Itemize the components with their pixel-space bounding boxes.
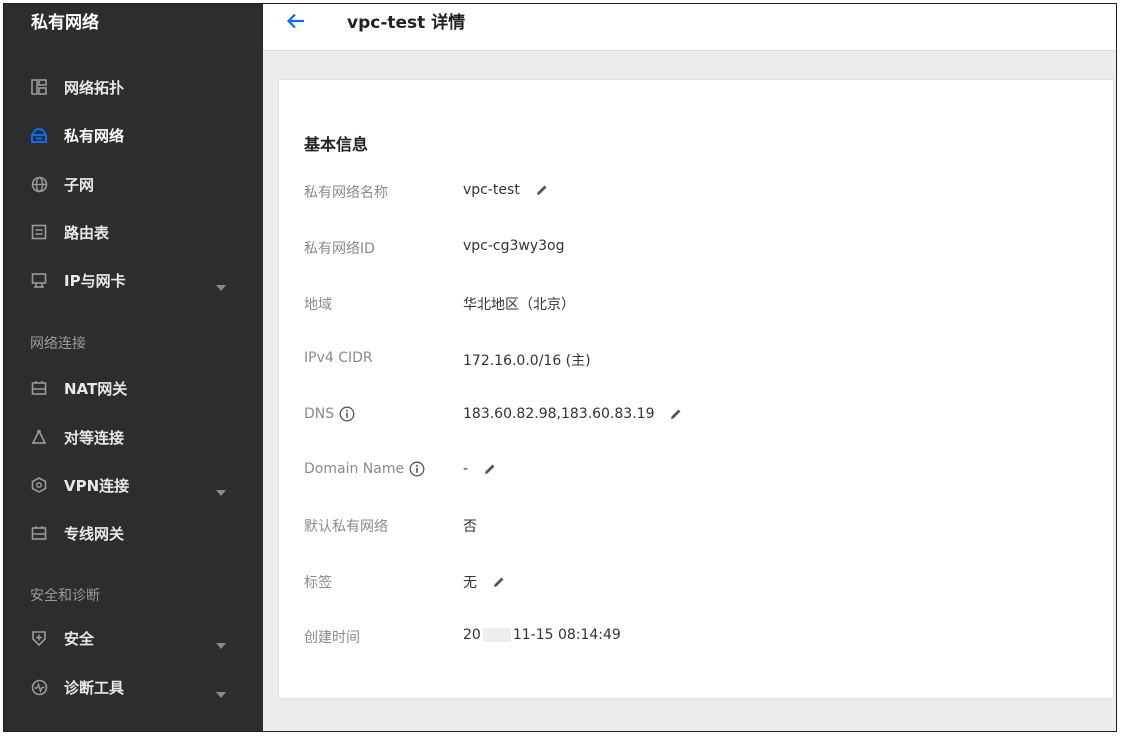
sidebar-item-nat-gateway[interactable]: NAT网关 [4, 371, 263, 405]
vpc-name-value: vpc-test [463, 182, 550, 198]
tags-text: 无 [463, 575, 477, 591]
network-card-icon [30, 271, 48, 289]
sidebar-item-ip-nic[interactable]: IP与网卡 [4, 263, 263, 297]
sidebar-item-label: 安全 [64, 630, 95, 648]
dns-label: DNS [304, 406, 355, 422]
region-label: 地域 [304, 297, 332, 313]
created-time-suffix: 11-15 08:14:49 [512, 627, 621, 643]
vpc-name-text: vpc-test [463, 182, 520, 198]
sidebar-item-diagnostic-tools[interactable]: 诊断工具 [4, 670, 263, 704]
region-value: 华北地区（北京） [463, 297, 575, 313]
pencil-icon[interactable] [668, 406, 684, 422]
sidebar-item-label: 子网 [64, 176, 95, 194]
sidebar-group-network: 网络连接 [30, 336, 86, 352]
sidebar-item-label: NAT网关 [64, 380, 128, 398]
ipv4-cidr-value: 172.16.0.0/16 (主) [463, 353, 591, 369]
created-time-prefix: 20 [463, 627, 481, 643]
topology-icon [30, 78, 48, 96]
back-arrow-icon[interactable] [285, 10, 309, 34]
peering-icon [30, 428, 48, 446]
sidebar-item-label: VPN连接 [64, 477, 130, 495]
sidebar-item-direct-connect-gateway[interactable]: 专线网关 [4, 516, 263, 550]
domain-name-text: - [463, 461, 469, 477]
default-vpc-label: 默认私有网络 [304, 519, 388, 535]
sidebar-item-label: 私有网络 [64, 127, 125, 145]
sidebar-item-label: 网络拓扑 [64, 79, 125, 97]
sidebar-item-vpn[interactable]: VPN连接 [4, 468, 263, 502]
shield-icon [30, 629, 48, 647]
chevron-down-icon [216, 684, 226, 702]
vpn-icon [30, 476, 48, 494]
section-title: 基本信息 [304, 135, 369, 154]
vpc-id-label: 私有网络ID [304, 241, 375, 257]
route-table-icon [30, 223, 48, 241]
dns-value: 183.60.82.98,183.60.83.19 [463, 406, 684, 422]
domain-name-value: - [463, 461, 498, 477]
sidebar-item-subnet[interactable]: 子网 [4, 167, 263, 201]
sidebar-item-vpc[interactable]: 私有网络 [4, 118, 263, 152]
gateway-icon [30, 524, 48, 542]
info-icon[interactable] [339, 406, 355, 422]
dns-label-text: DNS [304, 406, 335, 422]
cloud-network-icon [30, 126, 48, 144]
created-time-value: 20 11-15 08:14:49 [463, 627, 621, 643]
sidebar-item-label: 专线网关 [64, 525, 125, 543]
created-time-label: 创建时间 [304, 630, 360, 646]
default-vpc-value: 否 [463, 519, 477, 535]
chevron-down-icon [216, 482, 226, 500]
sidebar-item-label: 对等连接 [64, 429, 125, 447]
dns-text: 183.60.82.98,183.60.83.19 [463, 406, 655, 422]
domain-name-label: Domain Name [304, 461, 425, 477]
diagnosis-icon [30, 678, 48, 696]
globe-icon [30, 175, 48, 193]
tags-label: 标签 [304, 575, 332, 591]
chevron-down-icon [216, 635, 226, 653]
sidebar: 私有网络 网络拓扑 私有网络 子网 路由表 IP与网卡 网络连接 NAT网关 对… [4, 4, 263, 731]
gateway-icon [30, 379, 48, 397]
sidebar-item-topology[interactable]: 网络拓扑 [4, 70, 263, 104]
sidebar-item-route-table[interactable]: 路由表 [4, 215, 263, 249]
sidebar-item-label: 路由表 [64, 224, 110, 242]
pencil-icon[interactable] [491, 574, 507, 590]
pencil-icon[interactable] [482, 461, 498, 477]
sidebar-item-peering[interactable]: 对等连接 [4, 420, 263, 454]
sidebar-group-security: 安全和诊断 [30, 588, 100, 604]
basic-info-card: 基本信息 私有网络名称 vpc-test 私有网络ID vpc-cg3wy3og… [278, 79, 1114, 699]
domain-name-label-text: Domain Name [304, 461, 405, 477]
vpc-name-label: 私有网络名称 [304, 185, 388, 201]
ipv4-cidr-label: IPv4 CIDR [304, 350, 373, 366]
sidebar-item-label: 诊断工具 [64, 679, 125, 697]
pencil-icon[interactable] [534, 182, 550, 198]
sidebar-title: 私有网络 [31, 13, 99, 33]
sidebar-item-security[interactable]: 安全 [4, 621, 263, 655]
app-window: 私有网络 网络拓扑 私有网络 子网 路由表 IP与网卡 网络连接 NAT网关 对… [3, 3, 1117, 732]
sidebar-item-label: IP与网卡 [64, 272, 126, 290]
vpc-id-value: vpc-cg3wy3og [463, 238, 565, 254]
tags-value: 无 [463, 572, 507, 592]
chevron-down-icon [216, 277, 226, 295]
redaction-mask [482, 628, 511, 642]
page-header: vpc-test 详情 [263, 4, 1116, 51]
page-title: vpc-test 详情 [347, 13, 466, 33]
info-icon[interactable] [409, 461, 425, 477]
